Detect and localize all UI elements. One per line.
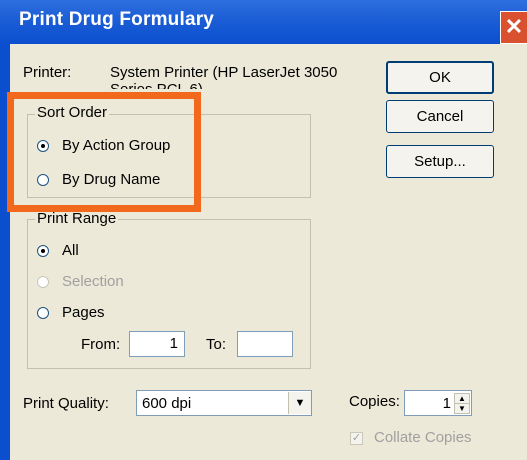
- to-field[interactable]: [237, 331, 293, 357]
- printer-name-line2: Series PCL 6): [110, 81, 203, 89]
- printer-label: Printer:: [23, 64, 72, 81]
- collate-checkbox: ✓ Collate Copies: [350, 429, 490, 449]
- radio-label: All: [62, 242, 79, 259]
- window-title: Print Drug Formulary: [19, 9, 215, 30]
- highlight-box: [7, 92, 201, 212]
- print-quality-label: Print Quality:: [23, 395, 109, 412]
- print-range-title: Print Range: [35, 210, 119, 227]
- radio-selection: Selection: [37, 273, 157, 293]
- chevron-down-icon[interactable]: ▼: [288, 392, 311, 414]
- print-quality-select[interactable]: 600 dpi ▼: [136, 390, 312, 416]
- copies-stepper[interactable]: 1 ▲ ▼: [404, 390, 472, 416]
- cancel-button[interactable]: Cancel: [386, 100, 494, 133]
- close-icon: ✕: [504, 14, 524, 39]
- radio-label: Selection: [62, 273, 124, 290]
- print-quality-value: 600 dpi: [142, 395, 192, 412]
- radio-label: Pages: [62, 304, 105, 321]
- radio-all[interactable]: All: [37, 242, 157, 262]
- checkmark-icon: ✓: [350, 432, 363, 445]
- radio-button-icon: [37, 307, 49, 319]
- radio-button-icon: [37, 245, 49, 257]
- spin-down-icon[interactable]: ▼: [454, 403, 470, 414]
- to-label: To:: [206, 336, 227, 353]
- from-field[interactable]: 1: [129, 331, 185, 357]
- radio-pages[interactable]: Pages: [37, 304, 157, 324]
- from-label: From:: [81, 336, 121, 353]
- printer-name: System Printer (HP LaserJet 3050: [110, 64, 338, 81]
- radio-button-icon: [37, 276, 49, 288]
- collate-label: Collate Copies: [374, 429, 472, 446]
- close-button[interactable]: ✕: [500, 11, 527, 44]
- ok-button[interactable]: OK: [386, 61, 494, 94]
- setup-button[interactable]: Setup...: [386, 145, 494, 178]
- copies-label: Copies:: [349, 393, 400, 410]
- copies-value: 1: [442, 395, 451, 412]
